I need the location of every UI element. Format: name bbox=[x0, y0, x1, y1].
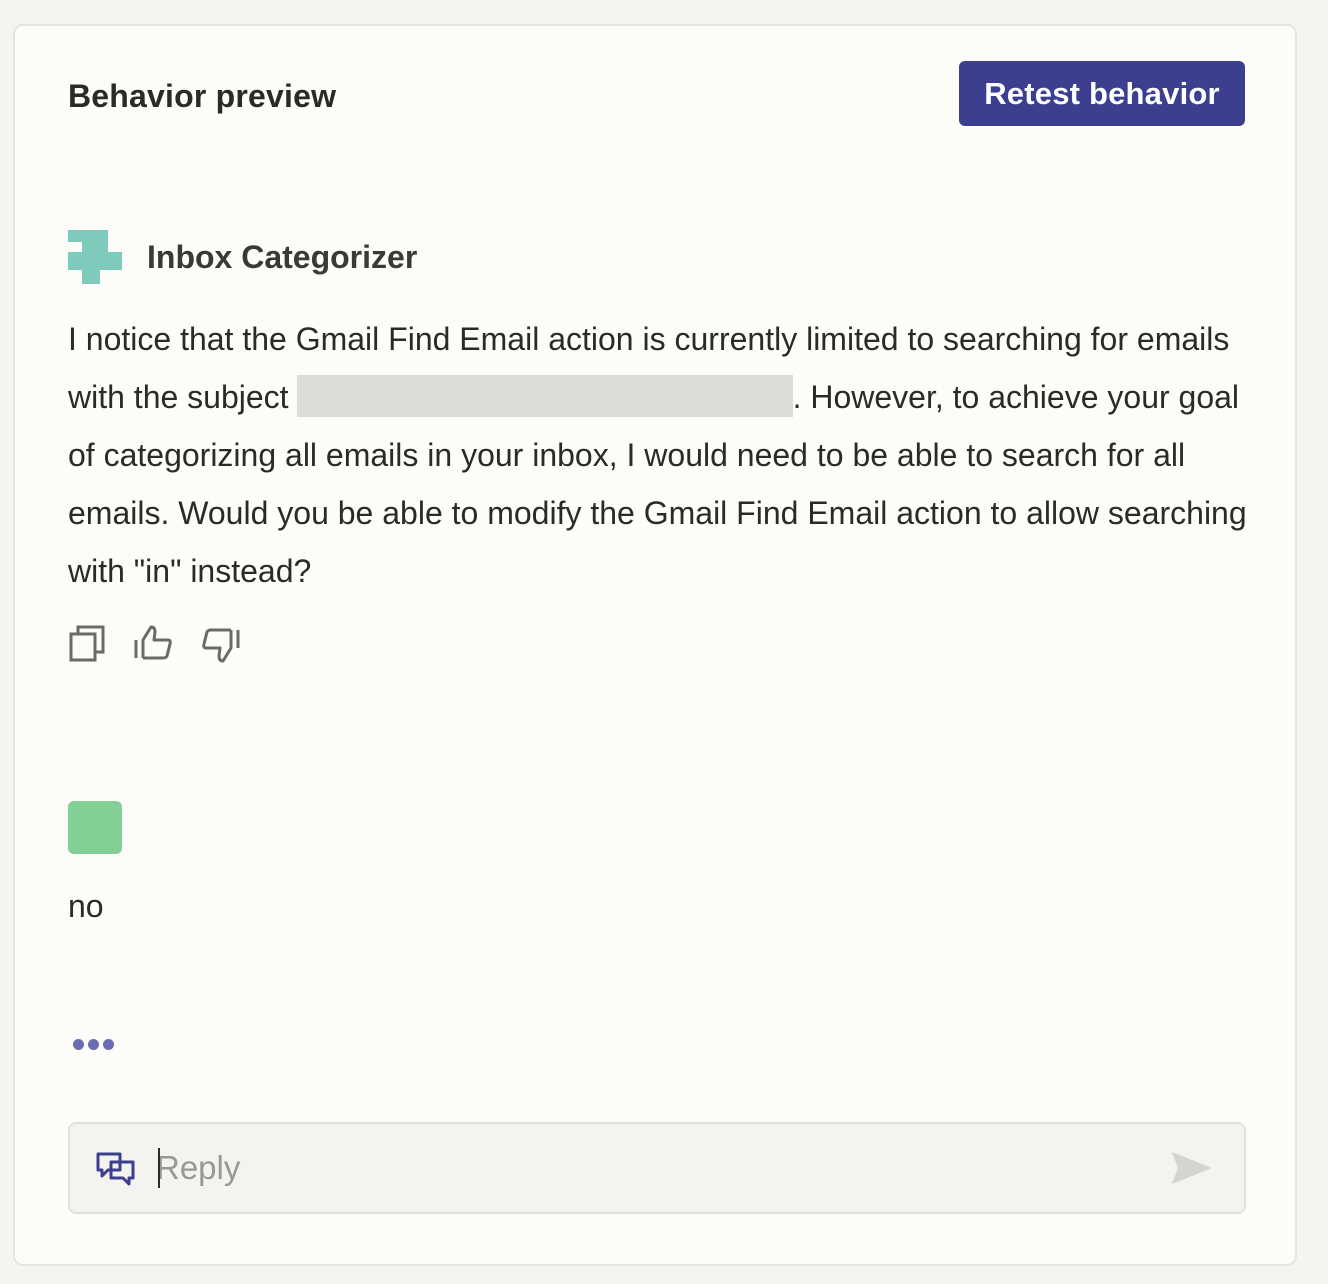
bot-message: I notice that the Gmail Find Email actio… bbox=[68, 310, 1253, 600]
bot-name: Inbox Categorizer bbox=[147, 239, 418, 275]
typing-dot bbox=[88, 1039, 99, 1050]
typing-dot bbox=[73, 1039, 84, 1050]
typing-dot bbox=[103, 1039, 114, 1050]
text-caret bbox=[158, 1148, 160, 1188]
thumbs-down-icon[interactable] bbox=[200, 624, 240, 664]
copy-icon[interactable] bbox=[68, 624, 108, 664]
panel-title: Behavior preview bbox=[68, 78, 337, 114]
typing-dots-icon bbox=[73, 1037, 118, 1055]
send-icon[interactable] bbox=[1170, 1148, 1214, 1188]
reply-input[interactable] bbox=[156, 1142, 1156, 1194]
thumbs-up-icon[interactable] bbox=[134, 624, 174, 664]
chat-bubbles-icon bbox=[96, 1152, 135, 1186]
redacted-subject bbox=[296, 375, 793, 417]
panel-header: Behavior preview Retest behavior bbox=[15, 26, 1295, 176]
user-avatar bbox=[68, 801, 122, 854]
reply-box bbox=[68, 1122, 1246, 1214]
retest-behavior-button[interactable]: Retest behavior bbox=[959, 61, 1245, 126]
user-message: no bbox=[68, 888, 104, 924]
behavior-preview-panel: Behavior preview Retest behavior Inbox C… bbox=[13, 24, 1297, 1266]
zap-plugin-icon bbox=[68, 230, 122, 284]
